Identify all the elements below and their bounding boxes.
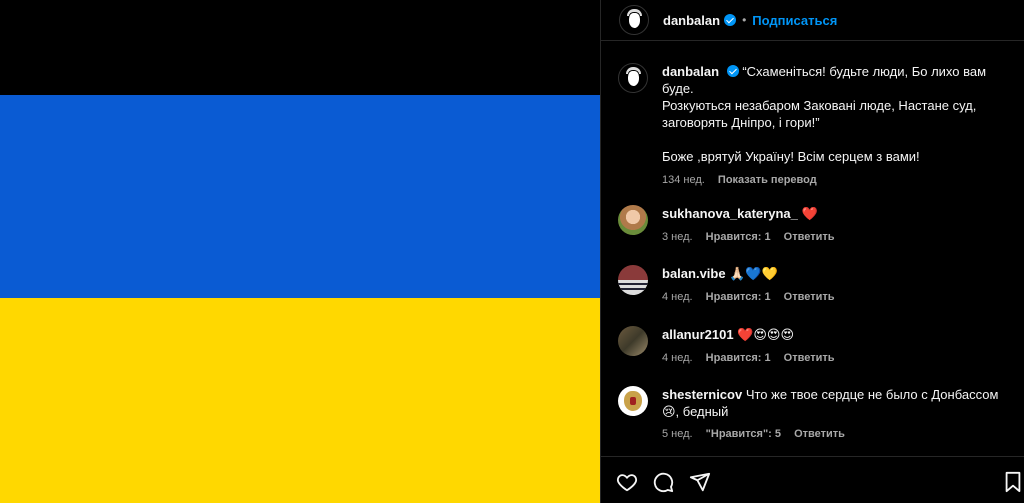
comment-row: sukhanova_kateryna_ ❤️ 3 нед. Нравится: … xyxy=(618,205,1008,246)
heart-icon[interactable] xyxy=(616,471,638,493)
comment-time[interactable]: 4 нед. xyxy=(662,352,693,364)
comment-username[interactable]: sukhanova_kateryna_ xyxy=(662,206,798,221)
comment-avatar[interactable] xyxy=(618,326,648,356)
verified-badge-icon xyxy=(726,65,739,77)
eagle-emblem-icon xyxy=(624,391,642,411)
reply-button[interactable]: Ответить xyxy=(784,352,835,364)
caption-text-line3: Розкуються незабаром Заковані люде, Наст… xyxy=(662,98,977,113)
reply-button[interactable]: Ответить xyxy=(784,291,835,303)
follow-button[interactable]: Подписаться xyxy=(752,13,837,28)
comment-username[interactable]: allanur2101 xyxy=(662,327,734,342)
comment-meta: 4 нед. Нравится: 1 Ответить xyxy=(662,350,1008,367)
comment-text-line2: 😢, бедный xyxy=(662,404,729,419)
comment-likes[interactable]: Нравится: 1 xyxy=(706,291,771,303)
author-username[interactable]: danbalan xyxy=(663,13,720,28)
verified-badge-icon xyxy=(724,14,737,26)
share-icon[interactable] xyxy=(689,471,711,493)
comment-row: allanur2101 ❤️😍😍😍 4 нед. Нравится: 1 Отв… xyxy=(618,326,1008,367)
comment-likes[interactable]: Нравится: 1 xyxy=(706,352,771,364)
comment-time[interactable]: 4 нед. xyxy=(662,291,693,303)
caption-text-line4: заговорять Дніпро, і гори!” xyxy=(662,115,820,130)
caption-avatar[interactable] xyxy=(618,63,648,93)
action-bar xyxy=(600,456,1024,503)
caption-text-line2: буде. xyxy=(662,81,694,96)
caption-meta: 134 нед. Показать перевод xyxy=(662,172,1008,189)
comment-row: balan.vibe 🙏🏻💙💛 4 нед. Нравится: 1 Ответ… xyxy=(618,265,1008,306)
comment-username[interactable]: shesternicov xyxy=(662,387,742,402)
caption-row: danbalan “Схаменіться! будьте люди, Бо л… xyxy=(618,63,1008,189)
comment-meta: 3 нед. Нравится: 1 Ответить xyxy=(662,229,1008,246)
comment-avatar[interactable] xyxy=(618,205,648,235)
flag-yellow-stripe xyxy=(0,298,600,503)
comment-meta: 4 нед. Нравится: 1 Ответить xyxy=(662,289,1008,306)
comment-avatar[interactable] xyxy=(618,386,648,416)
comment-username[interactable]: balan.vibe xyxy=(662,266,726,281)
bookmark-icon[interactable] xyxy=(1002,471,1024,493)
comment-text: ❤️ xyxy=(801,206,818,221)
comment-text: ❤️😍😍😍 xyxy=(737,327,795,342)
comment-meta: 5 нед. "Нравится": 5 Ответить xyxy=(662,426,1008,443)
post-media[interactable] xyxy=(0,0,600,503)
reply-button[interactable]: Ответить xyxy=(794,428,845,440)
comment-likes[interactable]: Нравится: 1 xyxy=(706,231,771,243)
author-avatar[interactable] xyxy=(619,5,649,35)
separator-dot: • xyxy=(742,13,747,27)
comment-text: 🙏🏻💙💛 xyxy=(729,266,778,281)
caption-text-line1: “Схаменіться! будьте люди, Бо лихо вам xyxy=(742,64,987,79)
post-header: danbalan • Подписаться xyxy=(601,0,1024,41)
comment-icon[interactable] xyxy=(652,471,674,493)
comment-avatar[interactable] xyxy=(618,265,648,295)
caption-username[interactable]: danbalan xyxy=(662,64,719,79)
caption-text-line5: Боже ,врятуй Україну! Всім серцем з вами… xyxy=(662,149,920,164)
comment-time[interactable]: 3 нед. xyxy=(662,231,693,243)
reply-button[interactable]: Ответить xyxy=(784,231,835,243)
comment-text-line1: Что же твое сердце не было с Донбассом xyxy=(745,387,999,402)
comment-row: shesternicov Что же твое сердце не было … xyxy=(618,386,1008,443)
flag-blue-stripe xyxy=(0,95,600,298)
comment-likes[interactable]: "Нравится": 5 xyxy=(706,428,781,440)
caption-content: danbalan “Схаменіться! будьте люди, Бо л… xyxy=(662,63,1008,189)
translate-button[interactable]: Показать перевод xyxy=(718,174,817,186)
comment-time[interactable]: 5 нед. xyxy=(662,428,693,440)
caption-time[interactable]: 134 нед. xyxy=(662,174,705,186)
